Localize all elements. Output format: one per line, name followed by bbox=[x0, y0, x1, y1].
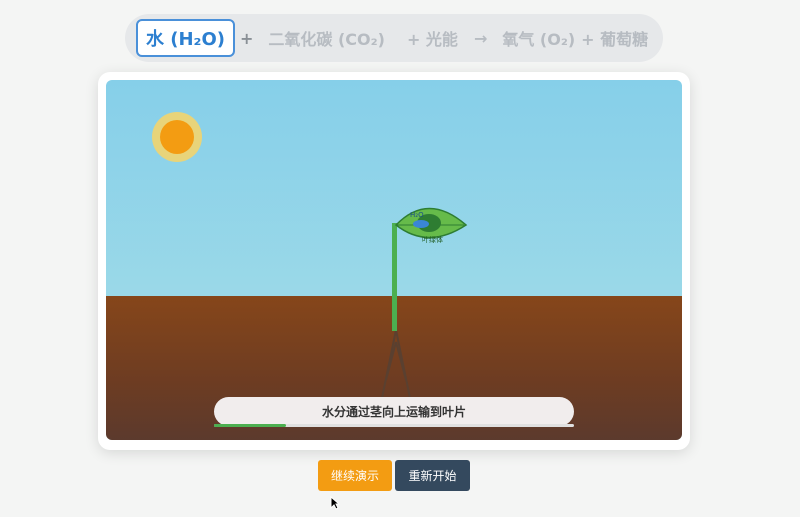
animation-scene: H₂O 叶绿体 水分通过茎向上运输到叶片 bbox=[106, 80, 682, 440]
animation-card: H₂O 叶绿体 水分通过茎向上运输到叶片 bbox=[98, 72, 690, 450]
equation-plus: + bbox=[239, 28, 254, 48]
restart-button[interactable]: 重新开始 bbox=[395, 460, 470, 491]
leaf-label-chloroplast: 叶绿体 bbox=[422, 235, 443, 244]
equation-water-term: 水 (H₂O) bbox=[136, 19, 235, 57]
equation-light-term: + 光能 bbox=[406, 30, 458, 49]
stem bbox=[392, 223, 397, 331]
status-message: 水分通过茎向上运输到叶片 bbox=[214, 397, 574, 426]
progress-bar bbox=[214, 424, 574, 427]
equation-arrow: → bbox=[473, 28, 488, 48]
equation-bar: 水 (H₂O) + 二氧化碳 (CO₂) + 光能 → 氧气 (O₂) + 葡萄… bbox=[125, 14, 663, 62]
continue-button[interactable]: 继续演示 bbox=[318, 460, 392, 491]
leaf-label-water: H₂O bbox=[410, 211, 424, 219]
equation-glucose-term: + 葡萄糖 bbox=[581, 30, 649, 49]
equation-o2-term: 氧气 (O₂) bbox=[502, 30, 576, 49]
roots bbox=[381, 329, 411, 399]
plant-illustration: H₂O 叶绿体 bbox=[381, 207, 468, 399]
mouse-cursor-icon bbox=[330, 496, 340, 510]
equation-co2-term: 二氧化碳 (CO₂) bbox=[268, 30, 385, 49]
progress-bar-fill bbox=[214, 424, 286, 427]
water-droplet bbox=[413, 220, 429, 228]
